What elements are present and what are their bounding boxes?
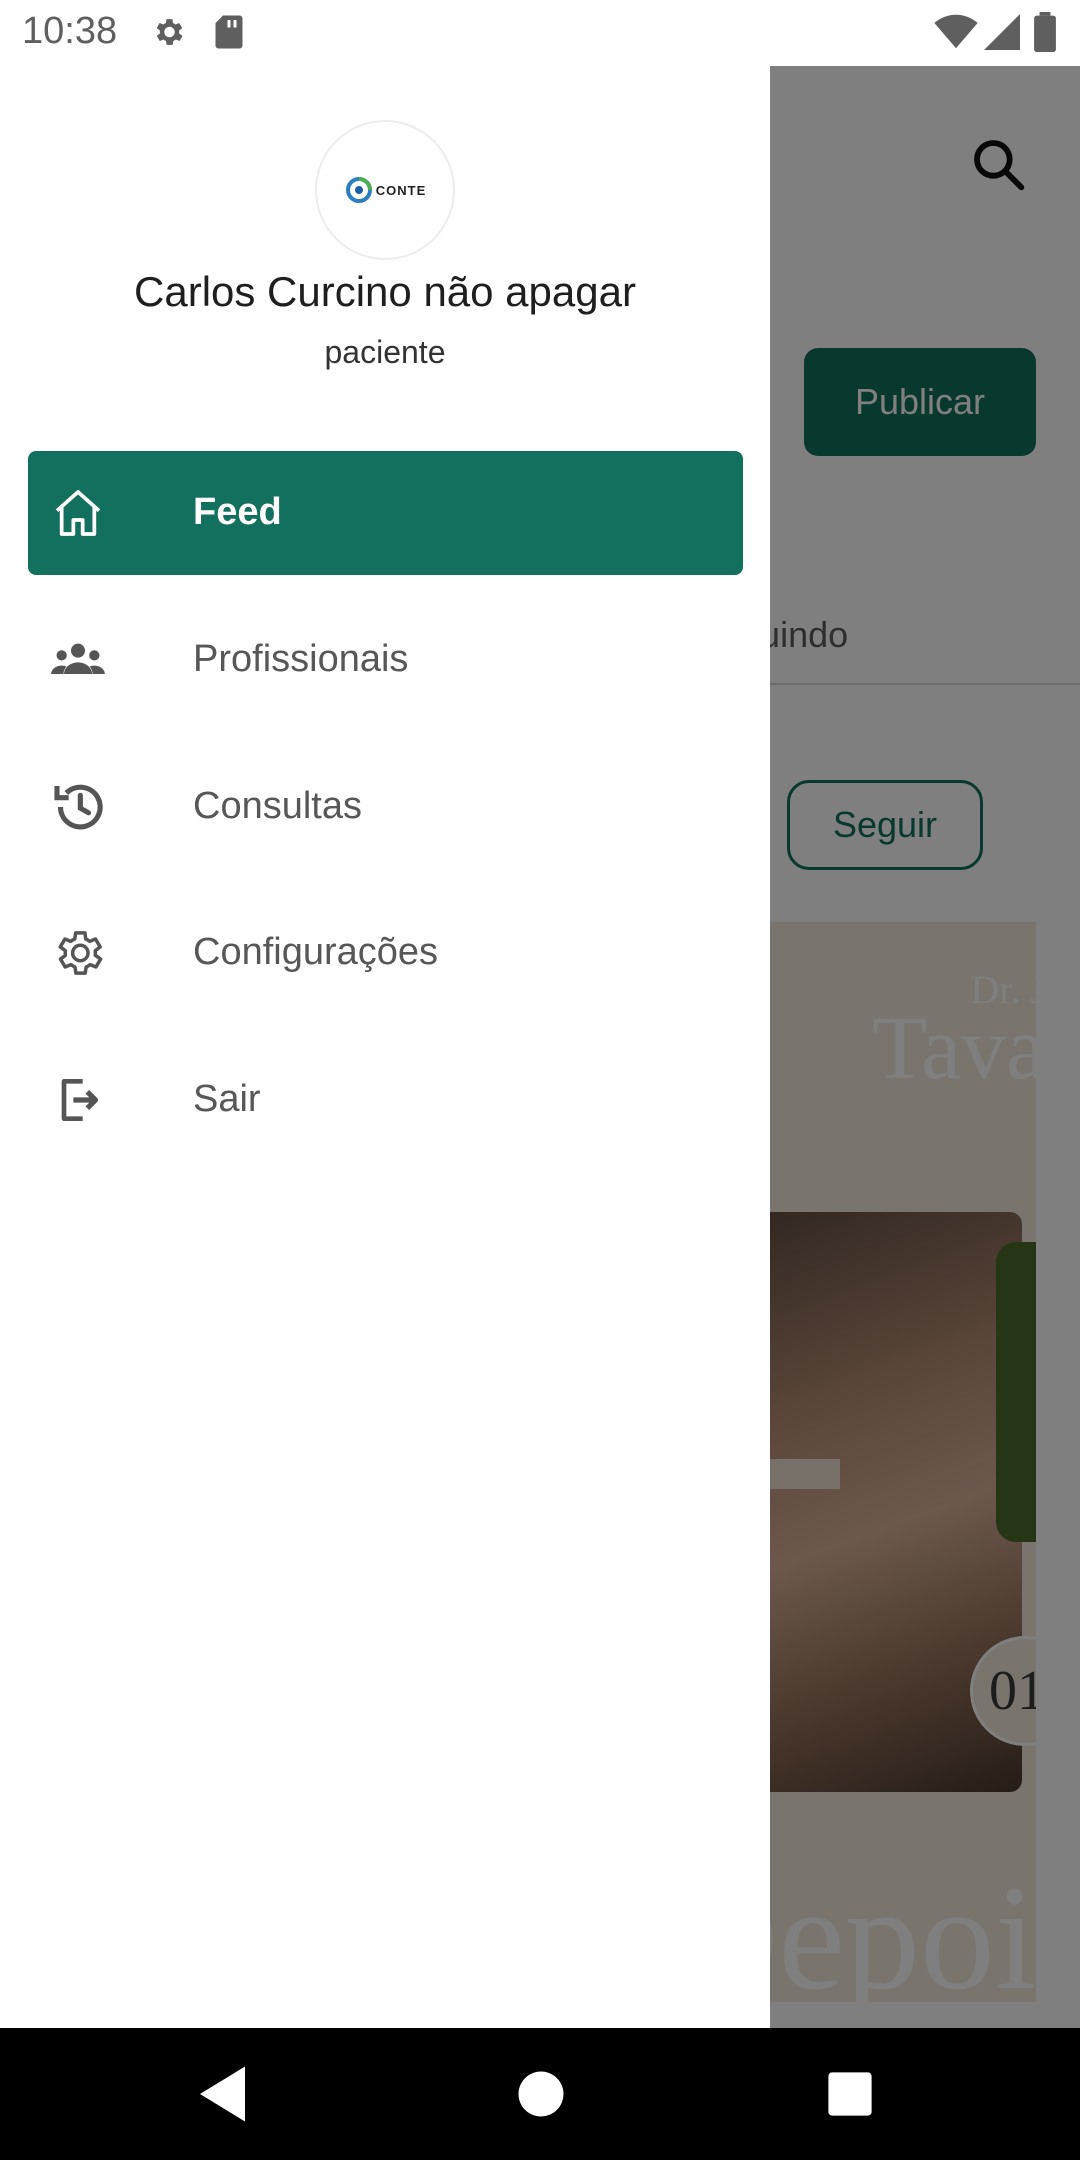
battery-icon <box>1034 12 1056 57</box>
gear-icon <box>48 923 108 983</box>
user-name: Carlos Curcino não apagar <box>134 268 636 315</box>
logout-icon <box>48 1070 108 1130</box>
logo-icon <box>345 177 372 203</box>
back-icon[interactable] <box>200 2066 250 2127</box>
menu-label-consultas: Consultas <box>193 785 362 827</box>
signal-icon <box>984 14 1020 55</box>
menu-item-profissionais[interactable]: Profissionais <box>28 598 743 722</box>
menu-label-configuracoes: Configurações <box>193 931 439 973</box>
sd-card-icon <box>212 14 246 55</box>
logo-text: CONTE <box>375 182 427 198</box>
people-icon <box>48 630 108 690</box>
menu-item-configuracoes[interactable]: Configurações <box>28 891 743 1015</box>
home-nav-icon[interactable] <box>516 2066 566 2127</box>
menu-label-sair: Sair <box>193 1078 261 1120</box>
wifi-icon <box>934 14 978 55</box>
status-bar: 10:38 <box>0 0 1080 66</box>
system-nav-bar <box>0 2028 1080 2160</box>
menu-label-feed: Feed <box>193 491 282 533</box>
user-role: paciente <box>324 334 446 370</box>
menu-item-consultas[interactable]: Consultas <box>28 745 743 869</box>
status-time: 10:38 <box>22 10 118 52</box>
menu-item-feed[interactable]: Feed <box>28 451 743 575</box>
home-icon <box>48 483 108 543</box>
menu-item-sair[interactable]: Sair <box>28 1038 743 1162</box>
settings-status-icon <box>150 14 186 55</box>
menu-label-profissionais: Profissionais <box>193 638 409 680</box>
history-icon <box>48 777 108 837</box>
avatar[interactable]: CONTE <box>315 120 455 260</box>
navigation-drawer: CONTE Carlos Curcino não apagar paciente… <box>0 66 770 2028</box>
recents-icon[interactable] <box>826 2070 874 2123</box>
